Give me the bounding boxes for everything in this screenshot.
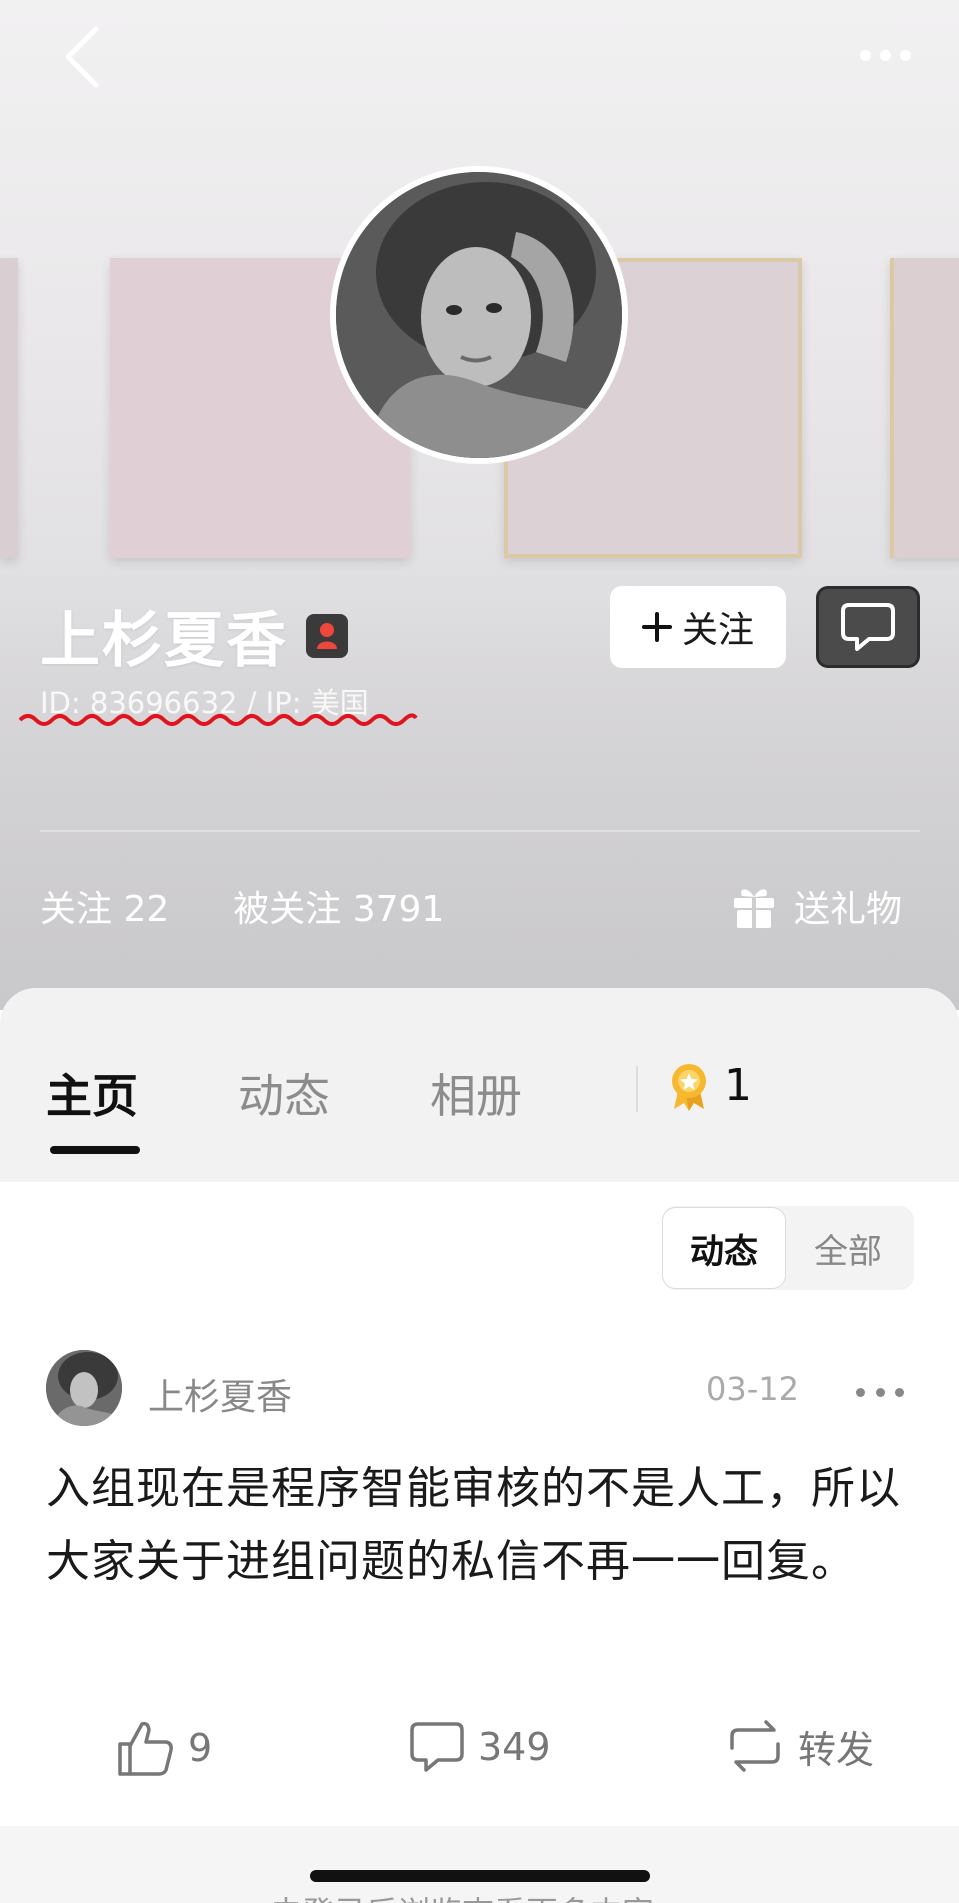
medal-icon bbox=[672, 1063, 706, 1111]
tab-home[interactable]: 主页 bbox=[46, 1060, 138, 1126]
repost-label: 转发 bbox=[798, 1727, 875, 1772]
following-count[interactable]: 关注 22 bbox=[40, 880, 169, 932]
female-icon bbox=[306, 613, 348, 658]
divider bbox=[40, 830, 920, 832]
send-gift-button[interactable]: 送礼物 bbox=[730, 880, 902, 932]
active-tab-indicator bbox=[50, 1146, 140, 1154]
chevron-left-icon bbox=[65, 26, 99, 88]
post-author-avatar[interactable] bbox=[46, 1350, 122, 1426]
home-indicator bbox=[310, 1870, 650, 1882]
followers-count[interactable]: 被关注 3791 bbox=[233, 880, 444, 932]
background-art-frame bbox=[890, 258, 959, 558]
plus-icon bbox=[641, 612, 672, 642]
avatar[interactable] bbox=[330, 166, 628, 464]
more-options-button[interactable] bbox=[850, 30, 920, 80]
post-more-button[interactable] bbox=[856, 1372, 904, 1412]
comment-button[interactable]: 349 bbox=[408, 1718, 551, 1776]
portrait-image bbox=[336, 172, 622, 458]
post-author-name[interactable]: 上杉夏香 bbox=[148, 1368, 292, 1420]
message-button[interactable] bbox=[816, 586, 920, 668]
medal-badge[interactable]: 1 bbox=[668, 1060, 752, 1111]
post-filter-toggle: 动态 全部 bbox=[662, 1206, 914, 1290]
like-button[interactable]: 9 bbox=[116, 1718, 212, 1778]
chat-bubble-icon bbox=[841, 603, 895, 651]
thumbs-up-icon bbox=[118, 1721, 173, 1776]
filter-all[interactable]: 全部 bbox=[786, 1207, 910, 1289]
profile-cover bbox=[0, 0, 959, 1010]
background-art-frame bbox=[0, 258, 18, 558]
ellipsis-icon bbox=[859, 49, 871, 61]
follow-stats: 关注 22 被关注 3791 bbox=[40, 880, 444, 932]
comment-count: 349 bbox=[478, 1725, 551, 1769]
tab-posts[interactable]: 动态 bbox=[238, 1060, 330, 1126]
profile-name: 上杉夏香 bbox=[40, 606, 288, 676]
post-actions: 9 349 转发 bbox=[0, 1718, 959, 1788]
filter-posts[interactable]: 动态 bbox=[662, 1207, 786, 1289]
back-button[interactable] bbox=[52, 22, 112, 92]
post-body: 入组现在是程序智能审核的不是人工，所以大家关于进组问题的私信不再一一回复。 bbox=[46, 1463, 901, 1587]
comment-icon bbox=[410, 1722, 464, 1772]
ellipsis-icon bbox=[856, 1387, 865, 1397]
red-squiggle-annotation bbox=[18, 713, 418, 726]
post-date: 03-12 bbox=[706, 1370, 799, 1408]
repost-button[interactable]: 转发 bbox=[724, 1718, 874, 1774]
medal-count: 1 bbox=[724, 1060, 752, 1111]
repost-icon bbox=[730, 1720, 780, 1772]
gift-label: 送礼物 bbox=[794, 889, 903, 930]
login-prompt-text[interactable]: 去登录后浏览查看更多内容 bbox=[270, 1888, 654, 1903]
tab-album[interactable]: 相册 bbox=[430, 1060, 522, 1126]
tab-separator bbox=[636, 1066, 638, 1112]
like-count: 9 bbox=[188, 1726, 213, 1770]
follow-button[interactable]: 关注 bbox=[610, 586, 786, 668]
gift-icon bbox=[734, 889, 774, 928]
follow-label: 关注 bbox=[681, 610, 754, 651]
profile-name-row: 上杉夏香 bbox=[40, 592, 348, 679]
